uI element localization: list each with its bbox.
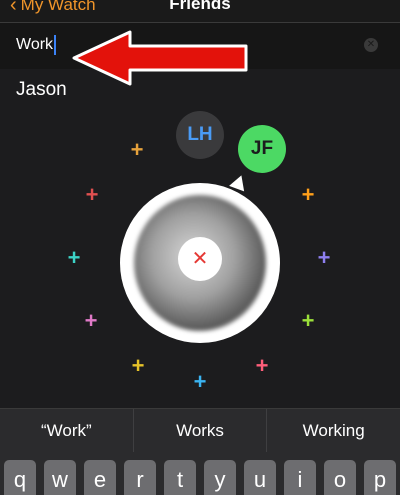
predictive-text-bar: “Work” Works Working	[0, 408, 400, 453]
add-friend-slot-icon[interactable]: +	[129, 139, 145, 161]
keyboard: q w e r t y u i o p	[0, 452, 400, 495]
key-q[interactable]: q	[4, 460, 36, 495]
search-value: Work	[16, 36, 54, 53]
add-friend-slot-icon[interactable]: +	[192, 371, 208, 393]
friends-circle: + + + + + + + + + + LH JF ✕	[0, 30, 400, 408]
add-friend-slot-icon[interactable]: +	[300, 310, 316, 332]
add-friend-slot-icon[interactable]: +	[84, 184, 100, 206]
key-o[interactable]: o	[324, 460, 356, 495]
text-cursor	[54, 35, 57, 55]
navigation-bar: ‹ My Watch Friends	[0, 0, 400, 22]
friend-avatar-jf[interactable]: JF	[238, 125, 286, 173]
suggestion-item[interactable]: Working	[267, 409, 400, 453]
key-y[interactable]: y	[204, 460, 236, 495]
page-title: Friends	[169, 0, 231, 13]
add-friend-slot-icon[interactable]: +	[66, 247, 82, 269]
suggestion-item[interactable]: “Work”	[0, 409, 134, 453]
suggestion-item[interactable]: Works	[134, 409, 268, 453]
key-t[interactable]: t	[164, 460, 196, 495]
add-friend-slot-icon[interactable]: +	[83, 310, 99, 332]
key-w[interactable]: w	[44, 460, 76, 495]
key-e[interactable]: e	[84, 460, 116, 495]
add-friend-slot-icon[interactable]: +	[316, 247, 332, 269]
key-u[interactable]: u	[244, 460, 276, 495]
add-friend-slot-icon[interactable]: +	[254, 355, 270, 377]
key-p[interactable]: p	[364, 460, 396, 495]
contact-name: Jason	[16, 79, 67, 100]
key-r[interactable]: r	[124, 460, 156, 495]
add-friend-slot-icon[interactable]: +	[130, 355, 146, 377]
selection-pointer	[229, 172, 249, 192]
key-i[interactable]: i	[284, 460, 316, 495]
red-arrow-annotation	[72, 30, 248, 86]
clear-text-icon[interactable]: ✕	[364, 38, 378, 52]
add-friend-slot-icon[interactable]: +	[300, 184, 316, 206]
remove-friend-button[interactable]: ✕	[178, 237, 222, 281]
search-input[interactable]: Work	[16, 35, 57, 55]
friend-avatar-lh[interactable]: LH	[176, 111, 224, 159]
